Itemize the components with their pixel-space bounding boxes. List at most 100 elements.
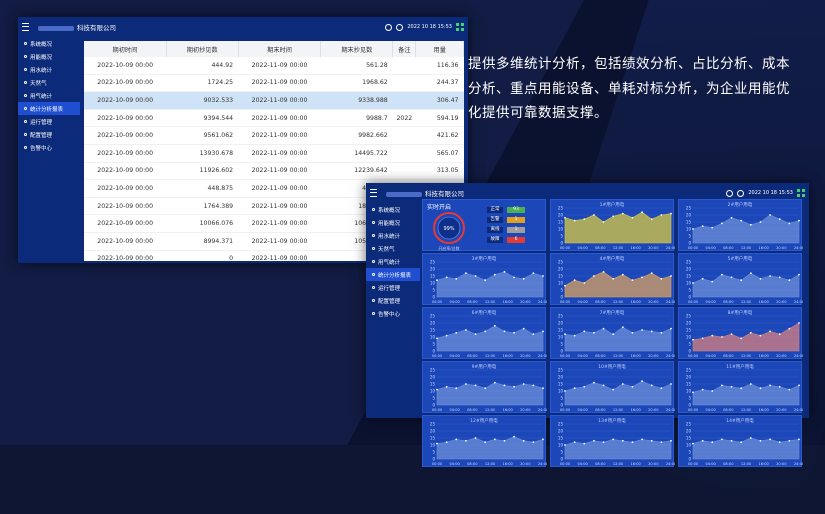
- user-icon[interactable]: [726, 189, 734, 197]
- usage-chart-panel[interactable]: 9#用户用电 25 20 15 10 5 0 00:00 04:00 08:00 12:00 16:0…: [422, 361, 547, 413]
- usage-chart-panel[interactable]: 12#用户用电 25 20 15 10 5 0 00:00 04:00 08:00 12:00 16:…: [422, 415, 547, 467]
- series-area: [564, 380, 672, 406]
- y-tick-label: 20: [558, 375, 564, 380]
- data-point: [769, 214, 771, 216]
- sidebar-item[interactable]: 统计分析报表: [366, 268, 420, 281]
- data-point: [593, 214, 595, 216]
- sidebar-item[interactable]: 用气统计: [18, 89, 80, 102]
- data-point: [621, 439, 624, 442]
- data-point: [798, 438, 800, 441]
- sidebar-item[interactable]: 天然气: [366, 242, 420, 255]
- table-cell: 2022-11-09 00:00: [238, 126, 321, 145]
- sidebar-item-label: 统计分析报表: [30, 106, 64, 113]
- data-point: [788, 222, 791, 225]
- x-tick-label: 08:00: [723, 300, 734, 304]
- sidebar-item[interactable]: 运行管理: [18, 115, 80, 128]
- data-point: [564, 444, 566, 446]
- menu-icon[interactable]: [370, 189, 377, 197]
- sidebar-item[interactable]: 用能概况: [18, 50, 80, 63]
- sidebar-item[interactable]: 统计分析报表: [18, 102, 80, 115]
- x-tick-label: 20:00: [520, 408, 531, 412]
- sidebar-item[interactable]: 系统概况: [18, 37, 80, 50]
- gauge-caption: 开启率/总数: [438, 245, 459, 251]
- clock-icon[interactable]: [737, 189, 745, 197]
- sidebar: 系统概况 用能概况 用水统计 天然气 用气统计统计分析报表运行管理 配置管理 告警中心: [18, 37, 80, 263]
- table-cell: 421.62: [415, 126, 464, 145]
- sidebar-item[interactable]: 配置管理: [366, 294, 420, 307]
- bullet-icon: [372, 286, 375, 289]
- table-row[interactable]: 2022-10-09 00:00 9032.533 2022-11-09 00:00…: [84, 91, 464, 110]
- table-cell: 9338.988: [320, 91, 393, 110]
- table-row[interactable]: 2022-10-09 00:00 1724.25 2022-11-09 00:00 1…: [84, 74, 464, 93]
- data-point: [749, 331, 752, 334]
- column-header[interactable]: 期末抄见数: [320, 41, 394, 57]
- data-point: [455, 331, 458, 334]
- x-tick-label: 20:00: [776, 462, 787, 466]
- x-tick-label: 12:00: [485, 300, 496, 304]
- clock-icon[interactable]: [396, 23, 404, 31]
- bullet-icon: [372, 273, 375, 276]
- grid-icon[interactable]: [456, 23, 464, 31]
- x-tick-label: 16:00: [502, 354, 513, 358]
- series-area: [692, 437, 800, 460]
- data-point: [670, 275, 672, 277]
- usage-chart-panel[interactable]: 7#用户用电 25 20 15 10 5 0 00:00 04:00 08:00 12:00 16:0…: [550, 307, 675, 359]
- sidebar-item[interactable]: 用水统计: [366, 229, 420, 242]
- usage-chart-panel[interactable]: 14#用户用电 25 20 15 10 5 0 00:00 04:00 08:00 12:00 16:…: [678, 415, 803, 467]
- y-tick-label: 5: [560, 234, 563, 239]
- data-point: [721, 384, 723, 387]
- sidebar-item[interactable]: 配置管理: [18, 128, 80, 141]
- usage-chart-panel[interactable]: 11#用户用电 25 20 15 10 5 0 00:00 04:00 08:00 12:00 16:…: [678, 361, 803, 413]
- bullet-icon: [24, 81, 27, 84]
- usage-chart-panel[interactable]: 1#用户用电 25 20 15 10 5 0 00:00 04:00 08:00 12:00 16:0…: [550, 199, 675, 251]
- user-icon[interactable]: [385, 23, 393, 31]
- column-header[interactable]: 备注: [392, 41, 417, 57]
- status-label: 故障: [487, 237, 503, 243]
- table-row[interactable]: 2022-10-09 00:00 9561.062 2022-11-09 00:00…: [84, 126, 464, 145]
- sidebar-item[interactable]: 天然气: [18, 76, 80, 89]
- x-tick-label: 20:00: [776, 300, 787, 304]
- menu-icon[interactable]: [22, 23, 29, 31]
- area-chart: 25 20 15 10 5 000:00 04:00 08:00 12:00 16:00 20:00…: [558, 206, 675, 251]
- table-row[interactable]: 2022-10-09 00:00 11926.602 2022-11-09 00:0…: [84, 162, 464, 181]
- table-row[interactable]: 2022-10-09 00:00 9394.544 2022-11-09 00:00…: [84, 109, 464, 128]
- data-point: [621, 326, 624, 329]
- sidebar-item[interactable]: 用气统计: [366, 255, 420, 268]
- y-tick-label: 20: [430, 429, 436, 434]
- x-tick-label: 16:00: [502, 408, 513, 412]
- usage-chart-panel[interactable]: 4#用户用电 25 20 15 10 5 0 00:00 04:00 08:00 12:00 16:0…: [550, 253, 675, 305]
- usage-chart-panel[interactable]: 3#用户用电 25 20 15 10 5 0 00:00 04:00 08:00 12:00 16:0…: [422, 253, 547, 305]
- y-tick-label: 25: [558, 422, 564, 427]
- area-chart: 25 20 15 10 5 000:00 04:00 08:00 12:00 16:00 20:00…: [558, 314, 675, 359]
- status-label: 离线: [487, 227, 503, 233]
- column-header[interactable]: 用量: [415, 41, 464, 57]
- usage-chart-panel[interactable]: 6#用户用电 25 20 15 10 5 0 00:00 04:00 08:00 12:00 16:0…: [422, 307, 547, 359]
- usage-chart-panel[interactable]: 5#用户用电 25 20 15 10 5 0 00:00 04:00 08:00 12:00 16:0…: [678, 253, 803, 305]
- data-point: [564, 390, 566, 392]
- usage-chart-panel[interactable]: 13#用户用电 25 20 15 10 5 0 00:00 04:00 08:00 12:00 16:…: [550, 415, 675, 467]
- sidebar-item[interactable]: 告警中心: [18, 141, 80, 154]
- sidebar-item[interactable]: 系统概况: [366, 203, 420, 216]
- usage-chart-panel[interactable]: 8#用户用电 25 20 15 10 5 0 00:00 04:00 08:00 12:00 16:0…: [678, 307, 803, 359]
- sidebar-item[interactable]: 告警中心: [366, 307, 420, 320]
- data-point: [730, 333, 733, 336]
- table-row[interactable]: 2022-10-09 00:00 444.92 2022-11-09 00:00 56…: [84, 57, 464, 75]
- table-row[interactable]: 2022-10-09 00:00 13930.678 2022-11-09 00:0…: [84, 144, 464, 163]
- x-tick-label: 00:00: [560, 300, 571, 304]
- usage-chart-panel[interactable]: 2#用户用电 25 20 15 10 5 0 00:00 04:00 08:00 12:00 16:0…: [678, 199, 803, 251]
- grid-icon[interactable]: [797, 189, 805, 197]
- sidebar-item[interactable]: 用水统计: [18, 63, 80, 76]
- column-header[interactable]: 期初抄见数: [166, 41, 239, 57]
- column-header[interactable]: 期末时间: [238, 41, 322, 57]
- x-tick-label: 12:00: [613, 300, 624, 304]
- x-tick-label: 20:00: [776, 246, 787, 250]
- usage-chart-panel[interactable]: 10#用户用电 25 20 15 10 5 0 00:00 04:00 08:00 12:00 16:…: [550, 361, 675, 413]
- table-cell: 12239.642: [320, 162, 393, 181]
- table-cell: 116.36: [415, 57, 464, 75]
- y-tick-label: 20: [430, 321, 436, 326]
- column-header[interactable]: 期初时间: [84, 41, 167, 57]
- data-point: [740, 441, 743, 444]
- sidebar-item[interactable]: 运行管理: [366, 281, 420, 294]
- feature-caption: 提供多维统计分析，包括绩效分析、占比分析、成本分析、重点用能设备、单耗对标分析，…: [468, 56, 790, 121]
- sidebar-item[interactable]: 用能概况: [366, 216, 420, 229]
